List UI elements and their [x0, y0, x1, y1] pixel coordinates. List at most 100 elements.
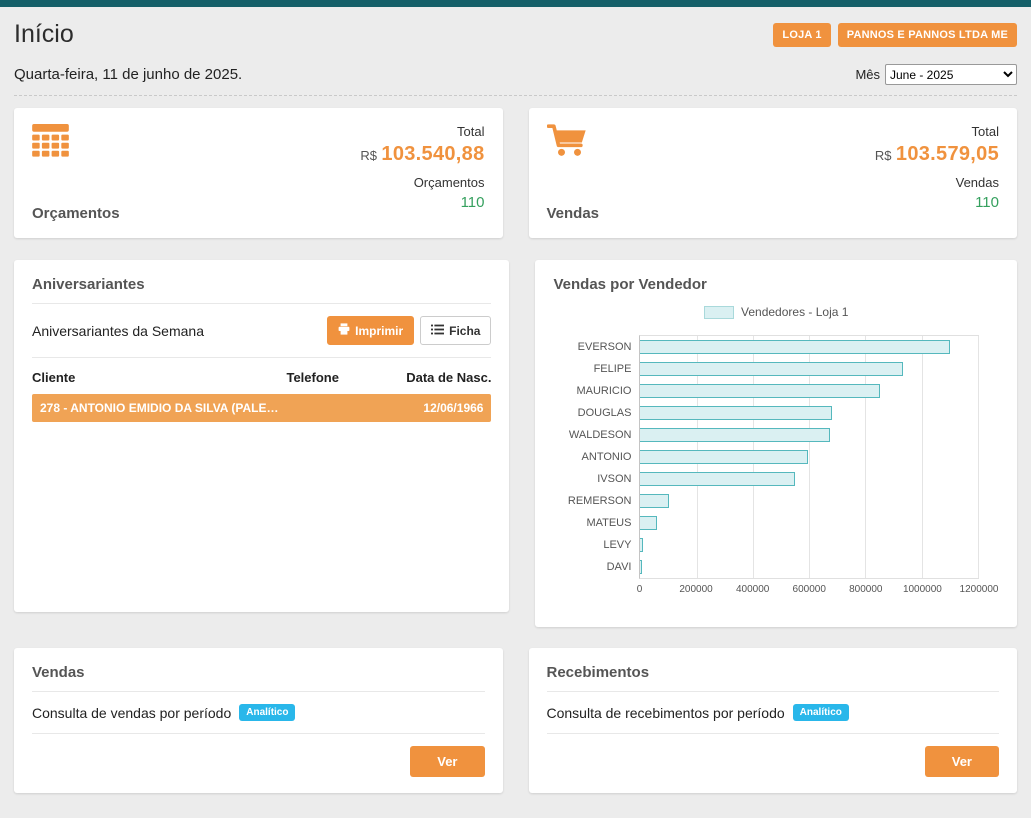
- orcamentos-count-value: 110: [360, 194, 484, 211]
- vendas-panel-description: Consulta de vendas por período Analítico: [32, 704, 485, 721]
- column-cliente: Cliente: [32, 370, 286, 385]
- bar-row: [640, 380, 978, 402]
- vendas-total-amount: R$ 103.579,05: [875, 143, 999, 166]
- column-telefone: Telefone: [286, 370, 396, 385]
- x-axis: 020000040000060000080000010000001200000: [639, 584, 979, 600]
- store-badge[interactable]: LOJA 1: [773, 23, 830, 47]
- bar-row: [640, 556, 978, 578]
- gridline: [978, 336, 979, 578]
- recebimentos-panel-description: Consulta de recebimentos por período Ana…: [547, 704, 1000, 721]
- orcamentos-stat-card: Orçamentos Total R$ 103.540,88 Orçamento…: [14, 108, 503, 238]
- bar-row: [640, 446, 978, 468]
- page-header: Início LOJA 1 PANNOS E PANNOS LTDA ME: [14, 20, 1017, 49]
- analitico-badge: Analítico: [239, 704, 295, 721]
- orcamentos-stat-left: Orçamentos: [32, 124, 120, 222]
- bar-everson: [640, 340, 949, 354]
- dashboard-page: Início LOJA 1 PANNOS E PANNOS LTDA ME Qu…: [0, 20, 1031, 793]
- vendas-stat-right: Total R$ 103.579,05 Vendas 110: [875, 124, 999, 222]
- column-data-nasc: Data de Nasc.: [396, 370, 491, 385]
- dashed-divider: [14, 95, 1017, 96]
- vendas-ver-button[interactable]: Ver: [410, 746, 484, 777]
- bar-category-label: DAVI: [553, 556, 639, 578]
- month-label: Mês: [855, 67, 880, 82]
- divider: [32, 733, 485, 734]
- header-badges: LOJA 1 PANNOS E PANNOS LTDA ME: [773, 23, 1017, 47]
- bar-row: [640, 490, 978, 512]
- x-tick-label: 800000: [849, 584, 882, 595]
- orcamentos-total-amount: R$ 103.540,88: [360, 143, 484, 166]
- ficha-button-label: Ficha: [449, 324, 480, 338]
- bar-category-label: EVERSON: [553, 336, 639, 358]
- x-tick-label: 400000: [736, 584, 769, 595]
- aniversariantes-card: Aniversariantes Aniversariantes da Seman…: [14, 260, 509, 612]
- bar-levy: [640, 538, 643, 552]
- orcamentos-total-value: 103.540,88: [381, 143, 484, 165]
- orcamentos-stat-right: Total R$ 103.540,88 Orçamentos 110: [360, 124, 484, 222]
- bar-antonio: [640, 450, 807, 464]
- x-tick-label: 1200000: [960, 584, 999, 595]
- bar-ivson: [640, 472, 795, 486]
- bar-category-label: ANTONIO: [553, 446, 639, 468]
- recebimentos-panel-footer: Ver: [547, 746, 1000, 777]
- divider: [547, 733, 1000, 734]
- x-tick-label: 600000: [793, 584, 826, 595]
- printer-icon: [338, 323, 350, 338]
- bar-waldeson: [640, 428, 830, 442]
- bar-mateus: [640, 516, 657, 530]
- aniversariantes-subtitle: Aniversariantes da Semana: [32, 323, 204, 339]
- vendas-stat-card: Vendas Total R$ 103.579,05 Vendas 110: [529, 108, 1018, 238]
- currency-symbol: R$: [360, 148, 377, 163]
- orcamentos-count-label: Orçamentos: [360, 175, 484, 190]
- bar-category-label: FELIPE: [553, 358, 639, 380]
- date-row: Quarta-feira, 11 de junho de 2025. Mês J…: [14, 64, 1017, 85]
- current-date: Quarta-feira, 11 de junho de 2025.: [14, 66, 242, 83]
- chart-legend: Vendedores - Loja 1: [553, 305, 999, 319]
- bar-row: [640, 402, 978, 424]
- x-tick-label: 200000: [679, 584, 712, 595]
- recebimentos-panel-title: Recebimentos: [547, 664, 1000, 681]
- bar-row: [640, 468, 978, 490]
- vendas-label: Vendas: [547, 205, 600, 222]
- bar-row: [640, 424, 978, 446]
- vendas-total-label: Total: [875, 124, 999, 139]
- bar-row: [640, 534, 978, 556]
- plot-wrap: 020000040000060000080000010000001200000: [639, 335, 999, 600]
- divider: [32, 691, 485, 692]
- print-button-label: Imprimir: [355, 324, 403, 338]
- birthday-table-row[interactable]: 278 - ANTONIO EMIDIO DA SILVA (PALE… 12/…: [32, 394, 491, 422]
- divider: [547, 691, 1000, 692]
- bar-mauricio: [640, 384, 879, 398]
- recebimentos-panel-desc-text: Consulta de recebimentos por período: [547, 705, 785, 721]
- vendas-panel-desc-text: Consulta de vendas por período: [32, 705, 231, 721]
- print-button[interactable]: Imprimir: [327, 316, 414, 345]
- vendas-panel-footer: Ver: [32, 746, 485, 777]
- bar-category-labels: EVERSONFELIPEMAURICIODOUGLASWALDESONANTO…: [553, 335, 639, 600]
- bar-remerson: [640, 494, 668, 508]
- middle-row: Aniversariantes Aniversariantes da Seman…: [14, 260, 1017, 627]
- bar-category-label: DOUGLAS: [553, 402, 639, 424]
- bar-category-label: MATEUS: [553, 512, 639, 534]
- list-icon: [431, 324, 444, 338]
- bar-davi: [640, 560, 642, 574]
- bar-chart: EVERSONFELIPEMAURICIODOUGLASWALDESONANTO…: [553, 335, 999, 600]
- vendas-count-label: Vendas: [875, 175, 999, 190]
- month-picker: Mês June - 2025: [855, 64, 1017, 85]
- bar-row: [640, 512, 978, 534]
- bar-category-label: REMERSON: [553, 490, 639, 512]
- month-select[interactable]: June - 2025: [885, 64, 1017, 85]
- company-badge[interactable]: PANNOS E PANNOS LTDA ME: [838, 23, 1017, 47]
- bar-felipe: [640, 362, 903, 376]
- row-cliente: 278 - ANTONIO EMIDIO DA SILVA (PALE…: [40, 401, 278, 415]
- recebimentos-ver-button[interactable]: Ver: [925, 746, 999, 777]
- bar-category-label: WALDESON: [553, 424, 639, 446]
- orcamentos-label: Orçamentos: [32, 205, 120, 222]
- x-tick-label: 1000000: [903, 584, 942, 595]
- divider: [32, 303, 491, 304]
- cart-icon: [547, 124, 600, 158]
- analitico-badge: Analítico: [793, 704, 849, 721]
- bottom-row: Vendas Consulta de vendas por período An…: [14, 648, 1017, 793]
- ficha-button[interactable]: Ficha: [420, 316, 491, 345]
- vendas-por-vendedor-card: Vendas por Vendedor Vendedores - Loja 1 …: [535, 260, 1017, 627]
- bar-row: [640, 358, 978, 380]
- bar-category-label: IVSON: [553, 468, 639, 490]
